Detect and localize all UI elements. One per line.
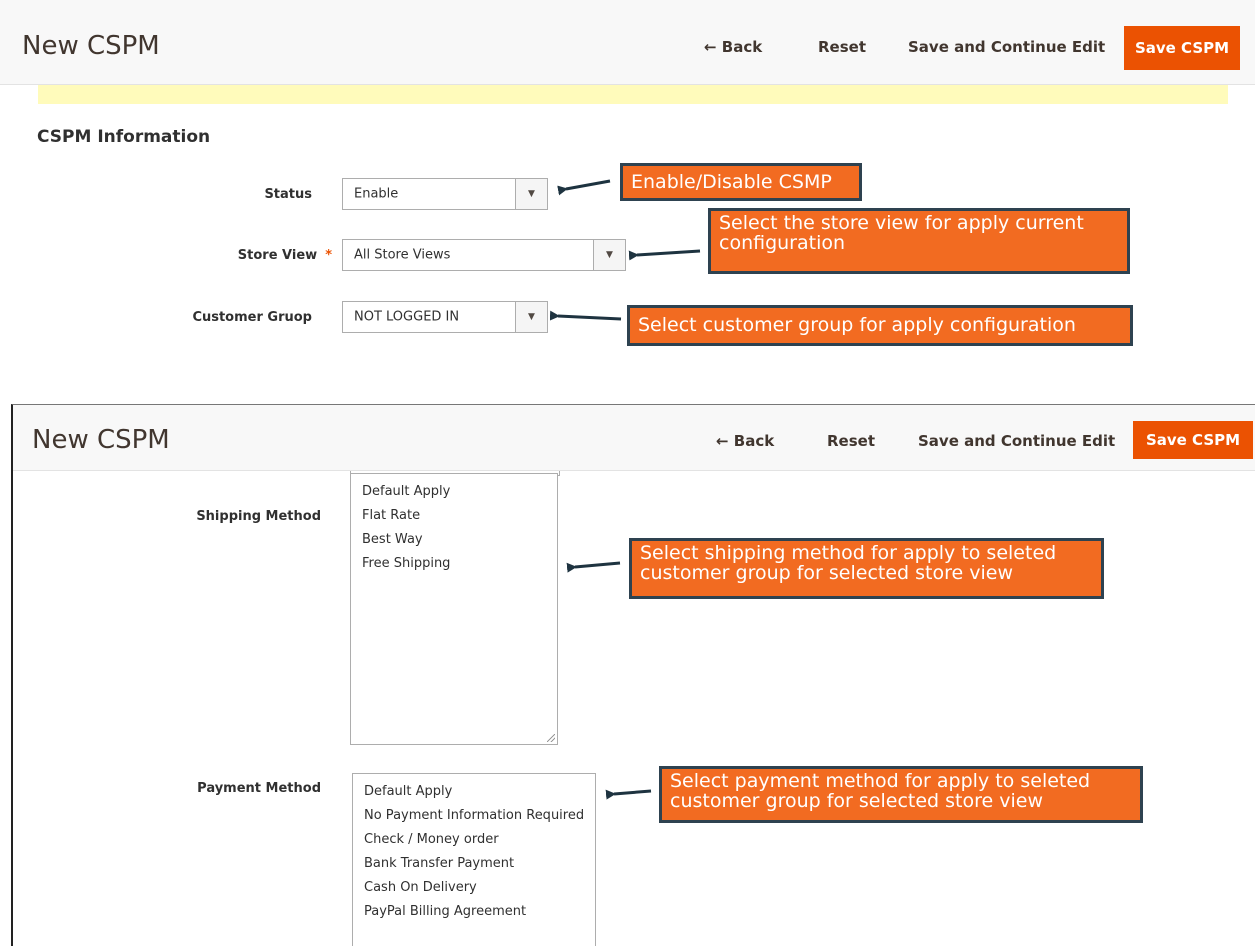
- callout-arrow-icon: [628, 249, 701, 261]
- callout-arrows: [566, 561, 652, 800]
- callout-arrow-icon: [549, 310, 622, 321]
- callout-arrows: [549, 179, 701, 321]
- callout-arrow-icon: [557, 179, 611, 196]
- screenshot-panel-bottom: New CSPM ← Back Reset Save and Continue …: [11, 404, 1255, 946]
- callout-arrow-icon: [605, 789, 652, 800]
- callout-arrow-icon: [566, 561, 621, 573]
- screenshot-panel-top: New CSPM ← Back Reset Save and Continue …: [0, 0, 1255, 378]
